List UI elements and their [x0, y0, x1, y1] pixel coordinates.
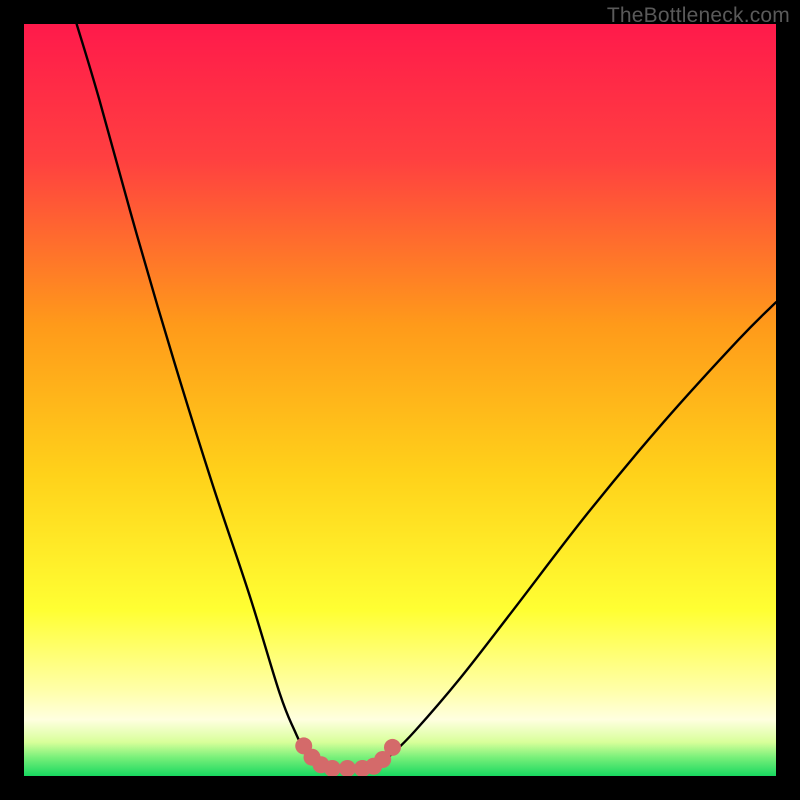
plot-svg — [24, 24, 776, 776]
plot-area — [24, 24, 776, 776]
chart-stage: TheBottleneck.com — [0, 0, 800, 800]
gradient-bg — [24, 24, 776, 776]
watermark-text: TheBottleneck.com — [607, 4, 790, 28]
valley-marker — [384, 739, 401, 756]
